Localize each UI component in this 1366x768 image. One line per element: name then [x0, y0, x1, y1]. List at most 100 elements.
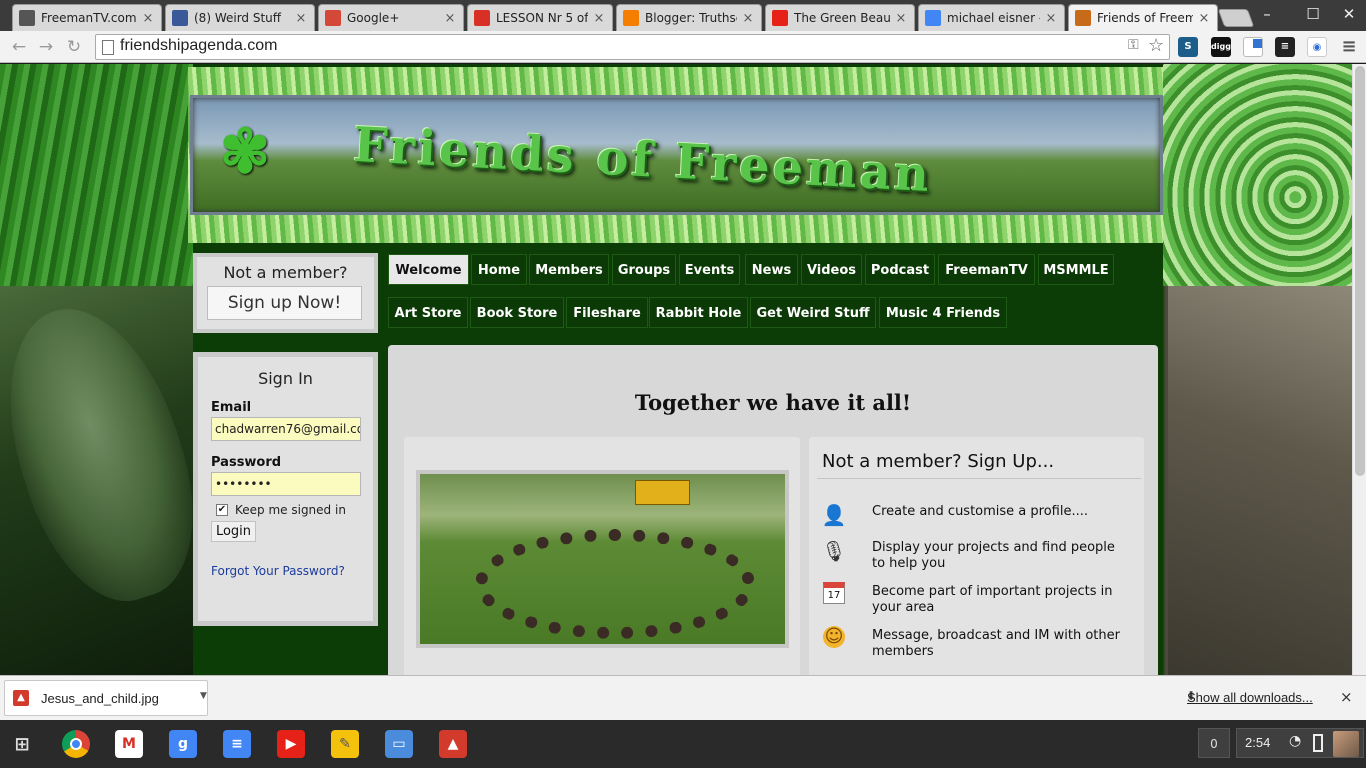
- chrome-icon[interactable]: [62, 730, 90, 758]
- layers-icon[interactable]: ≡: [1275, 37, 1295, 57]
- minimize-icon[interactable]: –: [1256, 4, 1278, 24]
- tab-title: Friends of Freem: [1097, 11, 1193, 25]
- browser-tab[interactable]: FreemanTV.com ×: [12, 4, 162, 31]
- browser-tab[interactable]: michael eisner - C ×: [918, 4, 1065, 31]
- content-panel: Together we have it all! Not a member? S…: [388, 345, 1158, 675]
- scrollbar-thumb[interactable]: [1355, 66, 1365, 476]
- tab-title: FreemanTV.com: [41, 11, 137, 25]
- nav-tab[interactable]: Art Store: [388, 297, 468, 328]
- feature-item: 👤 Create and customise a profile....: [821, 504, 1131, 528]
- email-label: Email: [211, 400, 252, 415]
- gallery-icon[interactable]: ▲: [439, 730, 467, 758]
- nav-tab[interactable]: Events: [679, 254, 740, 285]
- close-shelf-icon[interactable]: ×: [1340, 688, 1353, 706]
- site-logo-icon: ✾: [219, 117, 271, 187]
- reload-icon[interactable]: ↻: [63, 36, 85, 58]
- nav-tab[interactable]: FreemanTV: [938, 254, 1035, 285]
- digg-icon[interactable]: digg: [1211, 37, 1231, 57]
- close-tab-icon[interactable]: ×: [294, 11, 308, 26]
- hangouts-icon[interactable]: ◉: [1307, 37, 1327, 57]
- keep-signed-in-checkbox[interactable]: ✔: [216, 504, 228, 516]
- key-icon[interactable]: ⚿: [1128, 37, 1139, 53]
- tab-title: Blogger: Truthse: [645, 11, 737, 25]
- close-tab-icon[interactable]: ×: [894, 11, 908, 26]
- tab-title: The Green Beaut: [794, 11, 890, 25]
- image-file-icon: ▲: [13, 690, 29, 706]
- gmail-icon[interactable]: M: [115, 730, 143, 758]
- download-file-name: Jesus_and_child.jpg: [41, 691, 159, 706]
- google-search-icon[interactable]: g: [169, 730, 197, 758]
- keep-signed-in[interactable]: ✔ Keep me signed in: [216, 503, 346, 517]
- status-tray[interactable]: 2:54 ◔: [1236, 728, 1364, 758]
- browser-toolbar: ← → ↻ friendshipagenda.com ⚿ ☆ S digg ≡ …: [0, 31, 1366, 63]
- background-image: [1168, 286, 1352, 675]
- login-button[interactable]: Login: [211, 521, 256, 542]
- banner-title: Friends of Freeman: [351, 116, 934, 204]
- close-tab-icon[interactable]: ×: [141, 11, 155, 26]
- member-box: Not a member? Sign up Now!: [193, 253, 378, 333]
- feature-text: Become part of important projects in you…: [872, 584, 1113, 615]
- show-all-downloads-link[interactable]: Show all downloads...: [1187, 690, 1313, 705]
- scrollbar[interactable]: [1352, 64, 1366, 675]
- nav-tab[interactable]: Groups: [612, 254, 676, 285]
- nav-tab[interactable]: Welcome: [388, 254, 469, 285]
- extension-s-icon[interactable]: S: [1178, 37, 1198, 57]
- password-field[interactable]: ••••••••: [211, 472, 361, 496]
- browser-tab[interactable]: Google+ ×: [318, 4, 464, 31]
- nav-tab[interactable]: Book Store: [470, 297, 564, 328]
- close-tab-icon[interactable]: ×: [741, 11, 755, 26]
- browser-tab[interactable]: LESSON Nr 5 of Y ×: [467, 4, 613, 31]
- delicious-icon[interactable]: [1243, 37, 1263, 57]
- download-item[interactable]: ▲ Jesus_and_child.jpg ▼: [4, 680, 208, 716]
- nav-tab[interactable]: Home: [471, 254, 527, 285]
- nav-tab[interactable]: Music 4 Friends: [879, 297, 1007, 328]
- nav-tab[interactable]: Fileshare: [566, 297, 648, 328]
- chevron-down-icon[interactable]: ▼: [200, 691, 207, 701]
- os-taskbar: ⊞ M g ≡ ▶ ✎ ▭ ▲ 0 2:54 ◔: [0, 720, 1366, 768]
- group-photo: [416, 470, 789, 648]
- browser-tab[interactable]: Blogger: Truthse ×: [616, 4, 762, 31]
- avatar[interactable]: [1333, 731, 1359, 757]
- person-icon: 👤: [821, 503, 847, 527]
- files-icon[interactable]: ▭: [385, 730, 413, 758]
- menu-icon[interactable]: ≡: [1339, 37, 1359, 57]
- new-tab-button[interactable]: [1217, 9, 1255, 27]
- nav-tab[interactable]: Members: [529, 254, 609, 285]
- nav-tab[interactable]: MSMMLE: [1038, 254, 1114, 285]
- close-window-icon[interactable]: ✕: [1338, 4, 1360, 24]
- forward-icon[interactable]: →: [35, 36, 57, 58]
- site-banner[interactable]: ✾ Friends of Freeman: [190, 95, 1163, 215]
- close-tab-icon[interactable]: ×: [1197, 11, 1211, 26]
- feature-item: 17 Become part of important projects in y…: [821, 582, 1131, 616]
- web-page: ✾ Friends of Freeman Not a member? Sign …: [0, 64, 1352, 675]
- sign-up-button[interactable]: Sign up Now!: [207, 286, 362, 320]
- browser-tab[interactable]: The Green Beaut ×: [765, 4, 915, 31]
- nav-tab[interactable]: Podcast: [865, 254, 935, 285]
- nav-tab[interactable]: Rabbit Hole: [649, 297, 748, 328]
- blogger-icon: [623, 10, 639, 26]
- forgot-password-link[interactable]: Forgot Your Password?: [211, 564, 345, 578]
- close-tab-icon[interactable]: ×: [1044, 11, 1058, 26]
- address-bar[interactable]: friendshipagenda.com ⚿ ☆: [95, 34, 1170, 60]
- maximize-icon[interactable]: ☐: [1302, 4, 1324, 24]
- youtube-icon[interactable]: ▶: [277, 730, 305, 758]
- smiley-icon: ☺: [823, 626, 845, 648]
- close-tab-icon[interactable]: ×: [592, 11, 606, 26]
- notification-count[interactable]: 0: [1198, 728, 1230, 758]
- bookmark-star-icon[interactable]: ☆: [1148, 35, 1164, 56]
- nav-tab[interactable]: News: [745, 254, 798, 285]
- browser-tab[interactable]: (8) Weird Stuff ×: [165, 4, 315, 31]
- nav-tab[interactable]: Get Weird Stuff: [750, 297, 876, 328]
- browser-tab[interactable]: Friends of Freem ×: [1068, 4, 1218, 31]
- freeman-favicon: [19, 10, 35, 26]
- close-tab-icon[interactable]: ×: [443, 11, 457, 26]
- email-field[interactable]: chadwarren76@gmail.com: [211, 417, 361, 441]
- docs-icon[interactable]: ≡: [223, 730, 251, 758]
- back-icon[interactable]: ←: [8, 36, 30, 58]
- app-launcher-icon[interactable]: ⊞: [8, 730, 36, 758]
- keep-icon[interactable]: ✎: [331, 730, 359, 758]
- nav-tab[interactable]: Videos: [801, 254, 862, 285]
- school-bus: [635, 480, 690, 505]
- downloads-shelf: ▲ Jesus_and_child.jpg ▼ ⬇ Show all downl…: [0, 675, 1366, 720]
- google-icon: [925, 10, 941, 26]
